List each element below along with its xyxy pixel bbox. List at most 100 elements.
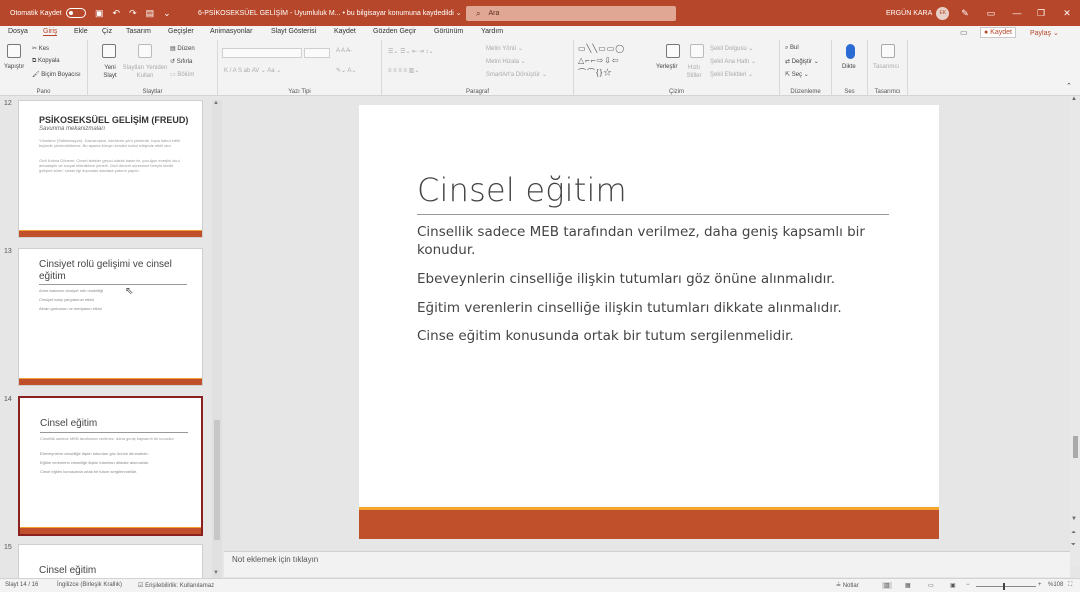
tab-giris[interactable]: Giriş [43, 28, 58, 36]
slide-thumbnail-14[interactable]: Cinsel eğitim Cinsellik sadece MEB taraf… [18, 396, 203, 536]
font-size-field[interactable] [304, 48, 330, 58]
tab-animasyonlar[interactable]: Animasyonlar [210, 28, 252, 35]
tab-kaydet[interactable]: Kaydet [334, 28, 356, 35]
tab-tasarim[interactable]: Tasarım [126, 28, 151, 35]
layout-button[interactable]: ▤ Düzen [170, 45, 195, 52]
search-box[interactable]: ⌕ Ara [466, 6, 676, 21]
scroll-up-icon[interactable]: ▲ [1071, 96, 1077, 102]
tab-gorunum[interactable]: Görünüm [434, 28, 463, 35]
tab-gozden-gecir[interactable]: Gözden Geçir [373, 28, 416, 35]
slide-bullet[interactable]: Cinsellik sadece MEB tarafından verilmez… [417, 223, 867, 259]
microphone-icon[interactable] [846, 44, 855, 59]
slide-sorter-icon[interactable]: ▦ [905, 582, 911, 589]
quick-styles-button[interactable]: Hızlı Stiller [682, 64, 706, 80]
autosave-control[interactable]: Otomatik Kaydet [10, 0, 86, 26]
scroll-up-icon[interactable]: ▲ [213, 100, 219, 106]
redo-icon[interactable]: ↷ [129, 8, 137, 19]
slide-thumbnail-12[interactable]: PSİKOSEKSÜEL GELİŞİM (FREUD) Savunma mek… [18, 100, 203, 238]
autosave-toggle[interactable] [65, 8, 86, 18]
tab-dosya[interactable]: Dosya [8, 28, 28, 35]
dictate-button[interactable]: Dikte [842, 64, 856, 70]
zoom-slider-handle[interactable] [1003, 583, 1005, 590]
section-button[interactable]: ▭ Bölüm [170, 71, 194, 78]
replace-button[interactable]: ⇄ Değiştir ⌄ [785, 58, 819, 65]
minimize-icon[interactable]: — [1004, 0, 1030, 26]
paste-icon[interactable] [7, 44, 21, 58]
smartart-button[interactable]: SmartArt'a Dönüştür ⌄ [486, 71, 547, 78]
tab-yardim[interactable]: Yardım [481, 28, 503, 35]
list-buttons-icon[interactable]: ☰⌄ ☰⌄ ⇤ ⇥ ↕⌄ [388, 48, 434, 55]
account[interactable]: ERGÜN KARA EK [886, 0, 950, 26]
font-format-row[interactable]: K / A S ab AV ⌄ Aa ⌄ [224, 67, 281, 74]
ribbon-display-icon[interactable]: ▭ [978, 0, 1004, 26]
tab-ciz[interactable]: Çiz [102, 28, 112, 35]
zoom-out-icon[interactable]: − [966, 582, 970, 588]
share-button[interactable]: Paylaş ⌄ [1030, 27, 1059, 38]
reading-view-icon[interactable]: ▭ [928, 582, 934, 589]
current-slide[interactable]: Cinsel eğitim Cinsellik sadece MEB taraf… [359, 105, 939, 539]
next-slide-icon[interactable]: ⏷ [1071, 542, 1076, 549]
find-button[interactable]: ⌕ Bul [785, 45, 799, 52]
fit-slide-icon[interactable]: ⛶ [1068, 582, 1072, 589]
cut-button[interactable]: ✂ Kes [32, 45, 49, 52]
accessibility-status[interactable]: ☑ Erişilebilirlik: Kullanılamaz [138, 582, 214, 589]
new-slide-button[interactable]: Yeni Slayt [97, 64, 123, 80]
tab-gecisler[interactable]: Geçişler [168, 28, 194, 35]
align-text-button[interactable]: Metni Hizala ⌄ [486, 58, 526, 65]
format-painter-button[interactable]: 🖌 Biçim Boyacısı [32, 71, 81, 78]
slide-thumbnail-13[interactable]: Cinsiyet rolü gelişimi ve cinsel eğitim … [18, 248, 203, 386]
comment-icon[interactable]: ▭ [960, 28, 968, 37]
copy-button[interactable]: ⧉ Kopyala [32, 58, 60, 65]
arrange-icon[interactable] [666, 44, 680, 58]
quick-styles-icon[interactable] [690, 44, 704, 58]
slide-bullet[interactable]: Cinse eğitim konusunda ortak bir tutum s… [417, 327, 867, 345]
reuse-slides-button[interactable]: Slaytları Yeniden Kullan [122, 64, 168, 80]
designer-button[interactable]: Tasarımcı [873, 64, 899, 70]
tab-slayt-gosterisi[interactable]: Slayt Gösterisi [271, 28, 316, 35]
align-buttons-icon[interactable]: ≡ ≡ ≡ ≡ ▥⌄ [388, 67, 419, 74]
zoom-level[interactable]: %108 [1048, 582, 1063, 588]
collapse-ribbon-icon[interactable]: ⌃ [1066, 82, 1072, 90]
document-title[interactable]: 6-PSİKOSEKSÜEL GELİŞİM - Uyumluluk M... … [198, 0, 462, 26]
previous-slide-icon[interactable]: ⏶ [1071, 530, 1076, 537]
slideshow-icon[interactable]: ▣ [950, 582, 956, 589]
paste-button[interactable]: Yapıştır [4, 64, 24, 70]
normal-view-icon[interactable]: ▥ [882, 582, 892, 589]
font-grow-shrink-icon[interactable]: A A A̶ [336, 48, 350, 54]
customize-icon[interactable]: ⌄ [163, 8, 171, 19]
font-name-field[interactable] [222, 48, 302, 58]
pen-icon[interactable]: ✎ [952, 0, 978, 26]
zoom-in-icon[interactable]: + [1038, 582, 1042, 588]
undo-icon[interactable]: ↶ [113, 8, 121, 19]
font-color-icon[interactable]: ✎⌄ A⌄ [336, 67, 356, 74]
kaydet-button[interactable]: ● Kaydet [980, 27, 1016, 38]
slide-bullet[interactable]: Ebeveynlerin cinselliğe ilişkin tutumlar… [417, 270, 867, 288]
notes-toggle[interactable]: ≟ Notlar [836, 582, 859, 589]
new-slide-icon[interactable] [102, 44, 116, 58]
shape-effects-button[interactable]: Şekil Efektleri ⌄ [710, 71, 753, 78]
reuse-slides-icon[interactable] [138, 44, 152, 58]
slide-bullet[interactable]: Eğitim verenlerin cinselliğe ilişkin tut… [417, 299, 867, 317]
close-icon[interactable]: ✕ [1054, 0, 1080, 26]
text-direction-button[interactable]: Metin Yönü ⌄ [486, 45, 523, 52]
arrange-button[interactable]: Yerleştir [656, 64, 677, 70]
shape-fill-button[interactable]: Şekil Dolgusu ⌄ [710, 45, 753, 52]
restore-icon[interactable]: ❐ [1028, 0, 1054, 26]
present-icon[interactable]: ▤ [146, 8, 155, 19]
shapes-gallery[interactable]: ▭╲╲▭▭◯ △⌐⌐⇨⇩⇦ ⌒⌒{}☆ [578, 43, 654, 79]
thumbnail-scrollbar[interactable]: ▲ ▼ [212, 100, 222, 578]
reset-button[interactable]: ↺ Sıfırla [170, 58, 192, 65]
zoom-slider[interactable] [976, 586, 1036, 587]
tab-ekle[interactable]: Ekle [74, 28, 88, 35]
main-scrollbar[interactable]: ▲ ▼ ⏶ ⏷ [1070, 96, 1080, 566]
shape-outline-button[interactable]: Şekil Ana Hattı ⌄ [710, 58, 756, 65]
select-button[interactable]: ⇱ Seç ⌄ [785, 71, 809, 78]
scroll-down-icon[interactable]: ▼ [213, 570, 219, 576]
scrollbar-thumb[interactable] [1073, 436, 1078, 458]
slide-title[interactable]: Cinsel eğitim [417, 171, 627, 209]
scroll-down-icon[interactable]: ▼ [1071, 516, 1077, 522]
save-icon[interactable]: ▣ [95, 8, 104, 19]
designer-icon[interactable] [881, 44, 895, 58]
notes-pane[interactable]: Not eklemek için tıklayın [224, 551, 1070, 577]
language-indicator[interactable]: İngilizce (Birleşik Krallık) [57, 582, 122, 588]
